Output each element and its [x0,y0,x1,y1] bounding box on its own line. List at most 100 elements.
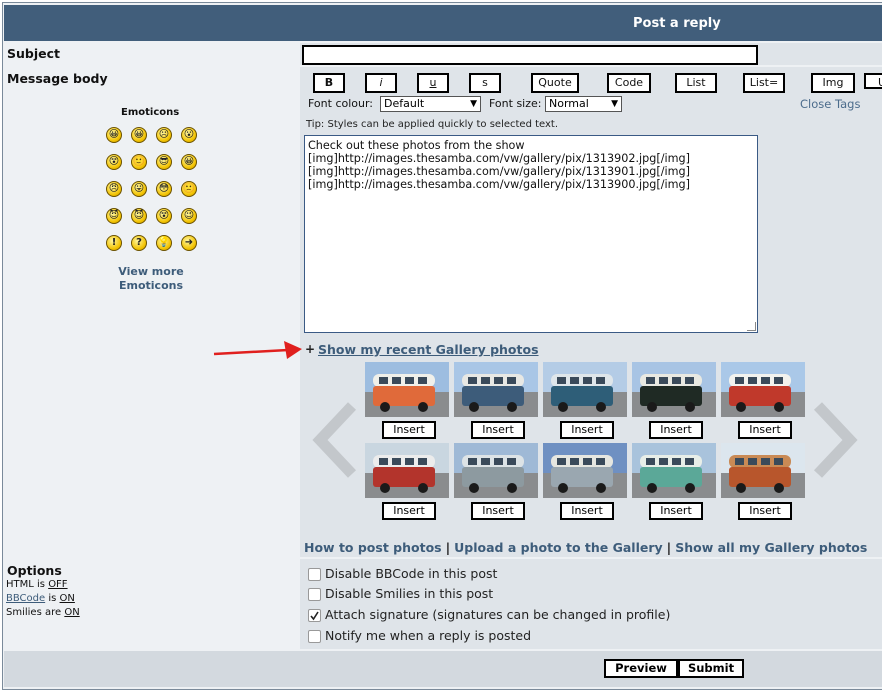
insert-photo-button[interactable]: Insert [649,421,703,439]
emoticon-icon[interactable]: ? [131,235,147,251]
gallery-thumbnail[interactable] [632,443,716,498]
gallery-thumbnail[interactable] [632,362,716,417]
italic-button[interactable]: i [365,73,397,93]
insert-photo-button[interactable]: Insert [560,421,614,439]
disable-smilies-checkbox[interactable] [308,588,321,601]
list-eq-button[interactable]: List= [743,73,785,93]
gallery-thumbnail[interactable] [454,443,538,498]
gallery-thumbnail[interactable] [365,443,449,498]
action-bar [4,651,882,687]
gallery-links: How to post photos | Upload a photo to t… [304,540,867,555]
red-arrow-icon [213,341,302,359]
resize-handle[interactable] [747,322,756,331]
bbcode-status-mid: is [48,593,57,604]
options-title: Options [7,563,62,578]
insert-photo-button[interactable]: Insert [560,502,614,520]
font-colour-value: Default [384,97,425,110]
message-label-cell [4,67,298,557]
notify-reply-checkbox[interactable] [308,630,321,643]
gallery-thumbnail[interactable] [454,362,538,417]
body-line-2: [img]http://images.thesamba.com/vw/galle… [308,152,690,165]
img-button[interactable]: Img [811,73,855,93]
body-line-1: Check out these photos from the show [308,139,525,152]
emoticon-icon[interactable]: 🙁 [181,181,197,197]
emoticon-icon[interactable]: ☹ [156,127,172,143]
bold-button[interactable]: B [313,73,345,93]
gallery-thumbnail[interactable] [543,443,627,498]
insert-photo-button[interactable]: Insert [471,502,525,520]
insert-photo-button[interactable]: Insert [738,421,792,439]
emoticon-icon[interactable]: 💡 [156,235,172,251]
submit-button[interactable]: Submit [678,659,744,678]
emoticon-icon[interactable]: 😀 [106,127,122,143]
html-status-value: OFF [48,579,68,590]
subject-input[interactable] [302,45,758,65]
notify-reply-label: Notify me when a reply is posted [325,628,532,643]
smilies-status: Smilies are ON [6,607,80,618]
close-tags-link[interactable]: Close Tags [800,97,860,111]
emoticon-icon[interactable]: 😈 [106,208,122,224]
quote-button[interactable]: Quote [531,73,579,93]
view-more-emoticons-link[interactable]: View more Emoticons [116,265,186,293]
disable-bbcode-checkbox[interactable] [308,568,321,581]
font-colour-select[interactable]: Default ▼ [380,96,481,112]
gallery-thumbnail[interactable] [365,362,449,417]
attach-signature-checkbox[interactable] [308,609,321,622]
subject-label: Subject [7,46,60,61]
gallery-thumbnail[interactable] [721,362,805,417]
emoticon-icon[interactable]: 😀 [131,127,147,143]
bbcode-status-value: ON [59,593,75,604]
disable-smilies-label: Disable Smilies in this post [325,586,494,601]
emoticon-icon[interactable]: 🙂 [131,154,147,170]
gallery-next-icon[interactable] [810,400,862,480]
chevron-down-icon: ▼ [611,99,618,109]
insert-photo-button[interactable]: Insert [471,421,525,439]
emoticon-icon[interactable]: ➜ [181,235,197,251]
font-size-select[interactable]: Normal ▼ [545,96,622,112]
disable-bbcode-label: Disable BBCode in this post [325,566,498,581]
list-button[interactable]: List [675,73,717,93]
bbcode-link[interactable]: BBCode [6,593,45,604]
insert-photo-button[interactable]: Insert [738,502,792,520]
emoticon-icon[interactable]: 😎 [156,154,172,170]
chevron-down-icon: ▼ [470,99,477,109]
emoticon-icon[interactable]: 😉 [181,208,197,224]
underline-button[interactable]: u [417,73,449,93]
gallery-prev-icon[interactable] [308,400,360,480]
emoticon-icon[interactable]: ! [106,235,122,251]
font-colour-label: Font colour: [308,97,374,110]
body-line-3: [img]http://images.thesamba.com/vw/galle… [308,165,690,178]
show-all-gallery-link[interactable]: Show all my Gallery photos [675,540,867,555]
emoticon-icon[interactable]: 😵 [156,208,172,224]
emoticons-title: Emoticons [121,107,180,118]
insert-photo-button[interactable]: Insert [382,421,436,439]
body-line-4: [img]http://images.thesamba.com/vw/galle… [308,178,690,191]
gallery-thumbnail[interactable] [721,443,805,498]
emoticon-icon[interactable]: 😮 [181,127,197,143]
emoticon-icon[interactable]: 😠 [106,181,122,197]
code-button[interactable]: Code [607,73,651,93]
view-more-line2: Emoticons [118,279,184,292]
gallery-thumbnail[interactable] [543,362,627,417]
link-separator: | [666,540,672,555]
url-button[interactable]: U [864,73,882,89]
insert-photo-button[interactable]: Insert [382,502,436,520]
show-recent-gallery-link[interactable]: Show my recent Gallery photos [318,342,539,357]
smilies-status-prefix: Smilies are [6,607,62,618]
emoticon-icon[interactable]: 😳 [156,181,172,197]
emoticon-icon[interactable]: 😵 [106,154,122,170]
upload-photo-link[interactable]: Upload a photo to the Gallery [454,540,663,555]
form-title: Post a reply [633,16,721,31]
emoticon-icon[interactable]: 😛 [131,181,147,197]
insert-photo-button[interactable]: Insert [649,502,703,520]
emoticon-icon[interactable]: 😀 [181,154,197,170]
message-textarea[interactable]: Check out these photos from the show [im… [304,135,758,333]
emoticon-icon[interactable]: 😈 [131,208,147,224]
form-header [4,5,882,41]
strike-button[interactable]: s [469,73,501,93]
view-more-line1: View more [118,265,184,278]
font-size-label: Font size: [489,97,542,110]
attach-signature-label: Attach signature (signatures can be chan… [325,607,671,622]
how-to-post-photos-link[interactable]: How to post photos [304,540,442,555]
preview-button[interactable]: Preview [604,659,678,678]
